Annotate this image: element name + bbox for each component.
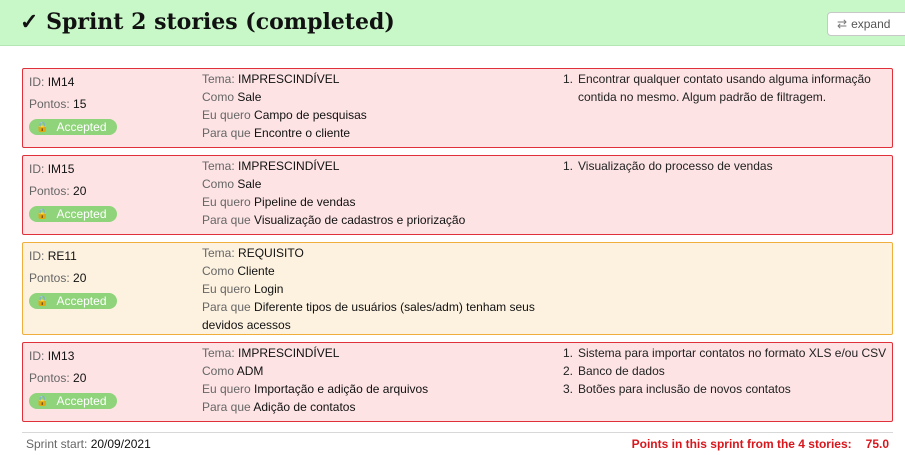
para-que-label: Para que bbox=[202, 213, 251, 227]
status-label: Accepted bbox=[56, 394, 107, 408]
expand-label: expand bbox=[851, 17, 891, 31]
sprint-start-value: 20/09/2021 bbox=[90, 437, 151, 451]
story-eu-quero: Campo de pesquisas bbox=[254, 108, 367, 122]
criteria-item: 1. Encontrar qualquer contato usando algu… bbox=[563, 72, 871, 104]
tema-label: Tema: bbox=[202, 72, 235, 86]
sprint-title: ✓ Sprint 2 stories (completed) bbox=[20, 9, 395, 35]
expand-button[interactable]: ⇄ expand bbox=[827, 12, 905, 36]
story-id: IM15 bbox=[47, 162, 75, 176]
story-eu-quero: Importação e adição de arquivos bbox=[254, 382, 429, 396]
lock-icon: 🔒 bbox=[36, 208, 49, 220]
para-que-label: Para que bbox=[202, 300, 251, 314]
points-label: Pontos: bbox=[29, 184, 70, 198]
lock-icon: 🔒 bbox=[36, 295, 49, 307]
story-para-que: Diferente tipos de usuários (sales/adm) … bbox=[202, 300, 535, 332]
acceptance-criteria-list: 1. Visualização do processo de vendas bbox=[563, 157, 893, 175]
story-como: ADM bbox=[236, 364, 264, 378]
story-id: RE11 bbox=[47, 249, 77, 263]
status-badge: 🔒 Accepted bbox=[29, 119, 117, 135]
criteria-item: 1. Sistema para importar contatos no form… bbox=[563, 346, 887, 360]
como-label: Como bbox=[202, 264, 235, 278]
lock-icon: 🔒 bbox=[36, 121, 49, 133]
eu-quero-label: Eu quero bbox=[202, 108, 251, 122]
story-tema: IMPRESCINDÍVEL bbox=[238, 72, 340, 86]
eu-quero-label: Eu quero bbox=[202, 282, 251, 296]
story-como: Cliente bbox=[237, 264, 275, 278]
sprint-points-label: Points in this sprint from the 4 stories… bbox=[631, 437, 852, 451]
story-para-que: Encontre o cliente bbox=[254, 126, 351, 140]
story-para-que: Visualização de cadastros e priorização bbox=[254, 213, 466, 227]
story-tema: IMPRESCINDÍVEL bbox=[238, 159, 340, 173]
story-card-im14[interactable]: ID: IM14 Pontos: 15 🔒 Accepted Tema: IMPR… bbox=[22, 68, 893, 148]
id-label: ID: bbox=[29, 349, 45, 363]
lock-icon: 🔒 bbox=[36, 395, 49, 407]
story-points: 20 bbox=[73, 371, 87, 385]
sprint-points-value: 75.0 bbox=[865, 437, 889, 451]
sprint-header: ✓ Sprint 2 stories (completed) ⇄ expand bbox=[0, 0, 905, 46]
status-label: Accepted bbox=[56, 294, 107, 308]
story-card-im15[interactable]: ID: IM15 Pontos: 20 🔒 Accepted Tema: IMPR… bbox=[22, 155, 893, 235]
para-que-label: Para que bbox=[202, 400, 251, 414]
sprint-points-summary: Points in this sprint from the 4 stories… bbox=[632, 437, 889, 451]
status-badge: 🔒 Accepted bbox=[29, 206, 117, 222]
como-label: Como bbox=[202, 364, 235, 378]
footer-divider bbox=[22, 432, 893, 433]
criteria-item: 2. Banco de dados bbox=[563, 364, 665, 378]
story-tema: REQUISITO bbox=[238, 246, 304, 260]
como-label: Como bbox=[202, 177, 235, 191]
como-label: Como bbox=[202, 90, 235, 104]
acceptance-criteria-list: 1. Encontrar qualquer contato usando algu… bbox=[563, 70, 893, 106]
story-points: 15 bbox=[73, 97, 87, 111]
criteria-item: 1. Visualização do processo de vendas bbox=[563, 159, 773, 173]
status-label: Accepted bbox=[56, 120, 107, 134]
status-badge: 🔒 Accepted bbox=[29, 393, 117, 409]
points-label: Pontos: bbox=[29, 271, 70, 285]
id-label: ID: bbox=[29, 75, 45, 89]
acceptance-criteria-list: 1. Sistema para importar contatos no form… bbox=[563, 344, 893, 398]
points-label: Pontos: bbox=[29, 371, 70, 385]
story-card-im13[interactable]: ID: IM13 Pontos: 20 🔒 Accepted Tema: IMPR… bbox=[22, 342, 893, 422]
story-id: IM14 bbox=[47, 75, 75, 89]
status-badge: 🔒 Accepted bbox=[29, 293, 117, 309]
tema-label: Tema: bbox=[202, 159, 235, 173]
story-points: 20 bbox=[73, 184, 87, 198]
story-eu-quero: Login bbox=[254, 282, 284, 296]
story-points: 20 bbox=[73, 271, 87, 285]
criteria-item: 3. Botões para inclusão de novos contatos bbox=[563, 382, 791, 396]
eu-quero-label: Eu quero bbox=[202, 195, 251, 209]
story-card-re11[interactable]: ID: RE11 Pontos: 20 🔒 Accepted Tema: REQU… bbox=[22, 242, 893, 335]
para-que-label: Para que bbox=[202, 126, 251, 140]
sprint-start-label: Sprint start: bbox=[26, 437, 88, 451]
story-como: Sale bbox=[237, 177, 262, 191]
story-como: Sale bbox=[237, 90, 262, 104]
status-label: Accepted bbox=[56, 207, 107, 221]
story-id: IM13 bbox=[47, 349, 75, 363]
expand-arrows-icon: ⇄ bbox=[837, 17, 848, 31]
eu-quero-label: Eu quero bbox=[202, 382, 251, 396]
points-label: Pontos: bbox=[29, 97, 70, 111]
story-eu-quero: Pipeline de vendas bbox=[254, 195, 356, 209]
story-tema: IMPRESCINDÍVEL bbox=[238, 346, 340, 360]
story-para-que: Adição de contatos bbox=[253, 400, 356, 414]
tema-label: Tema: bbox=[202, 246, 235, 260]
sprint-start: Sprint start: 20/09/2021 bbox=[26, 437, 151, 451]
tema-label: Tema: bbox=[202, 346, 235, 360]
id-label: ID: bbox=[29, 162, 45, 176]
id-label: ID: bbox=[29, 249, 45, 263]
